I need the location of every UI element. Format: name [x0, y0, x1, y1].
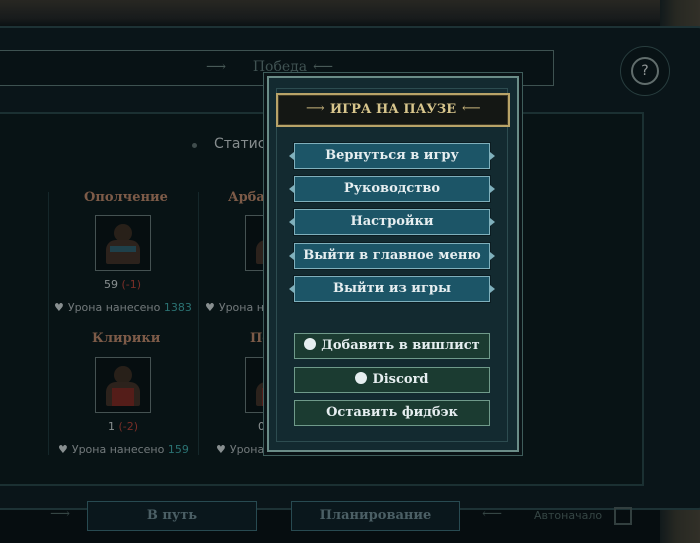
header-right-ornament-icon: ⟵ [462, 101, 481, 116]
main-menu-button[interactable]: Выйти в главное меню [289, 243, 495, 269]
quit-button[interactable]: Выйти из игры [289, 276, 495, 302]
resume-button[interactable]: Вернуться в игру [289, 143, 495, 169]
wishlist-label: Добавить в вишлист [321, 338, 480, 353]
discord-icon [355, 372, 368, 384]
steam-icon [304, 338, 317, 350]
wishlist-button[interactable]: Добавить в вишлист [294, 333, 490, 359]
discord-button[interactable]: Discord [294, 367, 490, 393]
discord-label: Discord [372, 372, 429, 387]
guide-button[interactable]: Руководство [289, 176, 495, 202]
feedback-button[interactable]: Оставить фидбэк [294, 400, 490, 426]
settings-button[interactable]: Настройки [289, 209, 495, 235]
